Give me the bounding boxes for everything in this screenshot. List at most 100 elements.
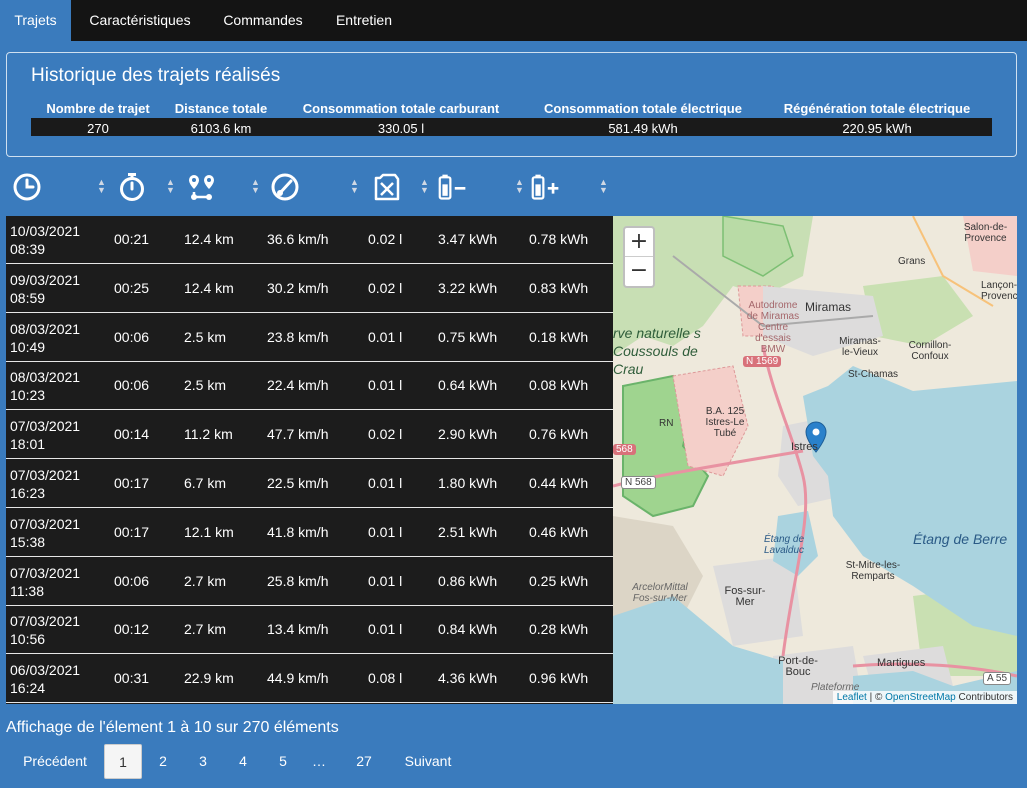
tab-commandes[interactable]: Commandes — [212, 0, 314, 41]
page-ellipsis: … — [312, 753, 326, 769]
sort-regen[interactable]: ▲ ▼ — [599, 178, 608, 195]
trip-datetime: 10/03/2021 08:39 — [10, 222, 100, 258]
summary-panel: Historique des trajets réalisés Nombre d… — [6, 52, 1017, 157]
speedometer-icon[interactable] — [270, 172, 300, 202]
tab-entretien[interactable]: Entretien — [324, 0, 404, 41]
map-road-n1569: N 1569 — [743, 356, 782, 367]
table-row[interactable]: 06/03/2021 16:24 00:31 22.9 km 44.9 km/h 0.08… — [6, 655, 613, 704]
trip-date: 08/03/2021 — [10, 320, 81, 337]
table-row[interactable]: 08/03/2021 10:49 00:06 2.5 km 23.8 km/h 0.01 … — [6, 314, 613, 362]
trip-distance: 12.4 km — [184, 231, 234, 247]
map-label-st-mitre: St-Mitre-les-Remparts — [845, 560, 901, 582]
stopwatch-icon[interactable] — [117, 172, 147, 202]
trip-time: 10:49 — [10, 338, 46, 355]
trip-distance: 12.1 km — [184, 523, 234, 540]
map-tiles[interactable] — [613, 216, 1017, 704]
sort-electric[interactable]: ▲ ▼ — [515, 178, 524, 195]
trip-speed: 41.8 km/h — [267, 523, 329, 540]
page-button-1[interactable]: 1 — [104, 744, 142, 779]
trip-elec: 1.80 kWh — [438, 475, 498, 491]
table-row[interactable]: 07/03/2021 11:38 00:06 2.7 km 25.8 km/h 0.01 … — [6, 558, 613, 606]
trip-time: 10:56 — [10, 631, 46, 648]
map-attribution: Leaflet | © OpenStreetMap Contributors — [832, 691, 1017, 704]
trip-distance: 2.5 km — [184, 328, 227, 345]
sort-speed[interactable]: ▲ ▼ — [350, 178, 359, 195]
trip-elec: 0.84 kWh — [438, 621, 498, 638]
zoom-in-button[interactable]: + — [625, 228, 653, 257]
summary-header-trips: Nombre de trajet — [46, 101, 150, 116]
trip-fuel: 0.01 l — [368, 523, 403, 540]
trips-table: 10/03/2021 08:39 00:21 12.4 km 36.6 km/h 0.02… — [6, 216, 613, 704]
page-button-4[interactable]: 4 — [226, 744, 260, 779]
tab-trajets[interactable]: Trajets — [0, 0, 71, 41]
trip-fuel: 0.08 l — [368, 670, 403, 687]
fuel-can-icon[interactable] — [371, 172, 401, 202]
summary-value-electric: 581.49 kWh — [608, 121, 678, 136]
trip-distance: 6.7 km — [184, 475, 227, 491]
trip-duration: 00:17 — [114, 523, 150, 540]
trip-regen: 0.08 kWh — [529, 377, 589, 394]
trip-date: 10/03/2021 — [10, 223, 81, 239]
tab-caracteristiques[interactable]: Caractéristiques — [76, 0, 204, 41]
map-label-autodrome: Autodrome de Miramas Centre d'essais BMW — [746, 300, 800, 355]
trip-speed: 13.4 km/h — [267, 621, 329, 638]
table-row[interactable]: 09/03/2021 08:59 00:25 12.4 km 30.2 km/h 0.02… — [6, 265, 613, 313]
map-label-base: B.A. 125 Istres-Le Tubé — [705, 406, 745, 439]
trip-speed: 30.2 km/h — [267, 279, 329, 296]
map-label-martigues: Martigues — [877, 657, 926, 669]
table-row[interactable]: 07/03/2021 16:23 00:17 6.7 km 22.5 km/h 0.01 … — [6, 460, 613, 508]
table-row[interactable]: 07/03/2021 15:38 00:17 12.1 km 41.8 km/h 0.01… — [6, 509, 613, 557]
trip-elec: 4.36 kWh — [438, 670, 498, 687]
trip-elec: 0.86 kWh — [438, 572, 498, 589]
attribution-separator: | © — [869, 692, 883, 703]
map-label-arcelor: ArcelorMittal Fos-sur-Mer — [632, 582, 688, 604]
clock-icon[interactable] — [12, 172, 42, 202]
trip-duration: 00:21 — [114, 231, 150, 247]
attribution-contributors: Contributors — [958, 692, 1013, 703]
trip-date: 07/03/2021 — [10, 515, 81, 532]
trip-elec: 0.75 kWh — [438, 328, 498, 345]
sort-fuel[interactable]: ▲ ▼ — [420, 178, 429, 195]
map-label-grans: Grans — [898, 256, 926, 267]
trip-datetime: 09/03/2021 08:59 — [10, 271, 100, 307]
page-button-27[interactable]: 27 — [344, 744, 384, 779]
trip-fuel: 0.02 l — [368, 231, 403, 247]
leaflet-link[interactable]: Leaflet — [837, 692, 867, 703]
trip-datetime: 06/03/2021 16:24 — [10, 661, 100, 697]
table-row[interactable]: 10/03/2021 08:39 00:21 12.4 km 36.6 km/h 0.02… — [6, 216, 613, 264]
map-label-rn: RN — [659, 418, 674, 429]
battery-plus-icon[interactable] — [531, 172, 561, 202]
trip-speed: 47.7 km/h — [267, 426, 329, 443]
table-row[interactable]: 08/03/2021 10:23 00:06 2.5 km 22.4 km/h 0.01 … — [6, 362, 613, 411]
trip-duration: 00:17 — [114, 475, 150, 491]
prev-page-button[interactable]: Précédent — [14, 744, 96, 779]
page-button-5[interactable]: 5 — [266, 744, 300, 779]
trip-datetime: 07/03/2021 18:01 — [10, 417, 100, 453]
trip-regen: 0.46 kWh — [529, 523, 589, 540]
trip-regen: 0.96 kWh — [529, 670, 589, 687]
sort-distance[interactable]: ▲ ▼ — [251, 178, 260, 195]
trip-duration: 00:25 — [114, 279, 150, 296]
osm-link[interactable]: OpenStreetMap — [885, 692, 956, 703]
trip-elec: 2.51 kWh — [438, 523, 498, 540]
next-page-button[interactable]: Suivant — [394, 744, 462, 779]
map-label-port-bouc: Port-de-Bouc — [778, 655, 818, 678]
sort-date[interactable]: ▲ ▼ — [97, 178, 106, 195]
summary-header-regen: Régénération totale électrique — [783, 101, 971, 116]
page-button-2[interactable]: 2 — [146, 744, 180, 779]
table-row[interactable]: 07/03/2021 18:01 00:14 11.2 km 47.7 km/h 0.02… — [6, 411, 613, 460]
trip-date: 07/03/2021 — [10, 418, 81, 435]
summary-header-fuel: Consommation totale carburant — [302, 101, 500, 116]
summary-value-fuel: 330.05 l — [377, 121, 425, 136]
trip-map[interactable]: + − Salon-de-Provence Grans Lançon-Prove… — [613, 216, 1017, 704]
trip-duration: 00:06 — [114, 572, 150, 589]
route-icon[interactable] — [187, 172, 217, 202]
trip-distance: 2.7 km — [184, 621, 227, 638]
page-button-3[interactable]: 3 — [186, 744, 220, 779]
battery-minus-icon[interactable] — [438, 172, 468, 202]
trip-speed: 22.5 km/h — [267, 475, 329, 491]
zoom-out-button[interactable]: − — [625, 257, 653, 286]
table-row[interactable]: 07/03/2021 10:56 00:12 2.7 km 13.4 km/h 0.01 … — [6, 606, 613, 655]
trip-duration: 00:31 — [114, 670, 150, 687]
sort-duration[interactable]: ▲ ▼ — [166, 178, 175, 195]
